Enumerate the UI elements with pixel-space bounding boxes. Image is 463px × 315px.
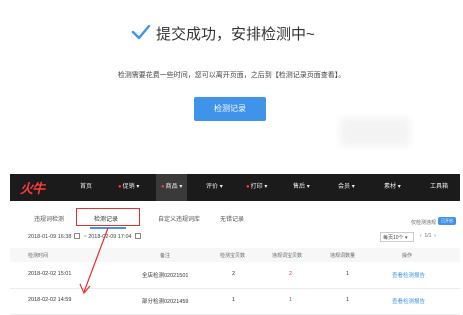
col-time: 检测时间 (28, 253, 49, 259)
date-to: 2018-02-09 17:04 (88, 234, 132, 240)
chevron-down-icon: ▾ (306, 184, 310, 190)
nav-home-label: 首页 (80, 184, 93, 190)
violation-only-label: 仅检测违规 (410, 220, 436, 226)
prev-page-button[interactable]: ‹ (420, 233, 422, 239)
confirmation-panel: 提交成功，安排检测中~ 检测需要花费一些时间，您可以离开页面，之后到【检测记录页… (0, 0, 463, 150)
nav-print[interactable]: ●打印 ▾ (246, 174, 267, 201)
violation-only-toggle[interactable]: 已开启 (438, 217, 456, 225)
view-report-link[interactable]: 查看检测报告 (392, 297, 425, 305)
nav-after-sales-label: 售后 (293, 184, 306, 190)
top-navbar: 火牛 首页 ●促销 ▾ ●商品 ▾ 评价 ▾ ●打印 ▾ 售后 ▾ 会员 ▾ 素… (10, 174, 460, 201)
new-dot-icon: ● (118, 184, 122, 190)
col-violations: 违规词宝贝数 (272, 253, 303, 259)
nav-members[interactable]: 会员 ▾ (338, 174, 355, 201)
col-words: 违规词数量 (330, 253, 356, 259)
chevron-down-icon: ▾ (404, 235, 408, 241)
info-note: 检测需要花费一些时间，您可以离开页面，之后到【检测记录页面查看】。 (117, 72, 346, 79)
pagination: ‹ 1/1 › (420, 233, 436, 239)
view-records-button[interactable]: 检测记录 (194, 97, 266, 121)
blurred-placeholder (340, 118, 410, 146)
nav-promotion-label: 促销 (122, 184, 135, 190)
brand-logo[interactable]: 火牛 (20, 178, 45, 197)
next-page-button[interactable]: › (434, 233, 436, 239)
tab-detection-records[interactable]: 检测记录 (94, 214, 118, 223)
page-size-value: 每页10个 (383, 235, 404, 241)
nav-toolbox-label: 工具箱 (430, 184, 449, 190)
row-violations: 1 (289, 297, 293, 303)
new-dot-icon: ● (161, 184, 165, 190)
chevron-down-icon: ▾ (136, 184, 140, 190)
date-from: 2018-01-09 16:38 (28, 234, 72, 240)
nav-materials[interactable]: 素材 ▾ (384, 174, 401, 201)
tab-word-check[interactable]: 违规词检测 (34, 214, 64, 223)
chevron-down-icon: ▾ (219, 184, 223, 190)
chevron-down-icon: ▾ (179, 184, 183, 190)
row-time: 2018-02-02 15:01 (28, 271, 72, 277)
table-row: 2018-02-02 14:59 部分检测02021459 1 1 1 查看检测… (10, 288, 460, 315)
date-range-picker[interactable]: 2018-01-09 16:38 ~ 2018-02-09 17:04 (28, 233, 144, 240)
row-time: 2018-02-02 14:59 (28, 297, 72, 303)
nav-members-label: 会员 (338, 184, 351, 190)
nav-reviews-label: 评价 (206, 184, 219, 190)
col-items: 检测宝贝数 (220, 253, 246, 259)
row-violations: 2 (289, 271, 293, 277)
row-words: 1 (346, 297, 350, 303)
filter-bar: 2018-01-09 16:38 ~ 2018-02-09 17:04 每页10个… (10, 231, 460, 247)
row-words: 1 (346, 271, 350, 277)
tab-no-error-records[interactable]: 无错记录 (220, 214, 244, 223)
nav-home[interactable]: 首页 (80, 174, 92, 201)
table-header: 检测时间 备注 检测宝贝数 违规词宝贝数 违规词数量 操作 (10, 248, 460, 262)
active-tab-indicator (90, 227, 126, 229)
nav-goods-label: 商品 (165, 184, 178, 190)
page-indicator: 1/1 (424, 233, 432, 239)
view-report-link[interactable]: 查看检测报告 (392, 271, 425, 279)
col-action: 操作 (402, 253, 413, 259)
chevron-down-icon: ▾ (397, 184, 401, 190)
success-title: 提交成功，安排检测中~ (156, 26, 315, 43)
chevron-down-icon: ▾ (264, 184, 268, 190)
nav-goods[interactable]: ●商品 ▾ (156, 174, 188, 201)
row-items: 1 (232, 297, 236, 303)
chevron-down-icon: ▾ (351, 184, 355, 190)
tab-custom-words[interactable]: 自定义违规词库 (158, 214, 200, 223)
page-size-select[interactable]: 每页10个 ▾ (380, 232, 414, 242)
nav-materials-label: 素材 (384, 184, 397, 190)
row-remark: 全店检测0202150​1 (142, 273, 189, 279)
row-remark: 部分检测02021459 (142, 299, 189, 305)
app-screenshot: 火牛 首页 ●促销 ▾ ●商品 ▾ 评价 ▾ ●打印 ▾ 售后 ▾ 会员 ▾ 素… (10, 174, 460, 315)
new-dot-icon: ● (246, 184, 250, 190)
row-items: 2 (232, 271, 236, 277)
table-row: 2018-02-02 15:01 全店检测0202150​1 2 2 1 查看检… (10, 262, 460, 289)
calendar-icon (74, 233, 81, 239)
col-remark: 备注 (160, 253, 171, 259)
nav-after-sales[interactable]: 售后 ▾ (293, 174, 310, 201)
nav-print-label: 打印 (250, 184, 263, 190)
nav-reviews[interactable]: 评价 ▾ (206, 174, 223, 201)
nav-promotion[interactable]: ●促销 ▾ (118, 174, 139, 201)
check-icon (131, 24, 151, 40)
calendar-icon (134, 233, 141, 239)
nav-toolbox[interactable]: 工具箱 (430, 174, 448, 201)
